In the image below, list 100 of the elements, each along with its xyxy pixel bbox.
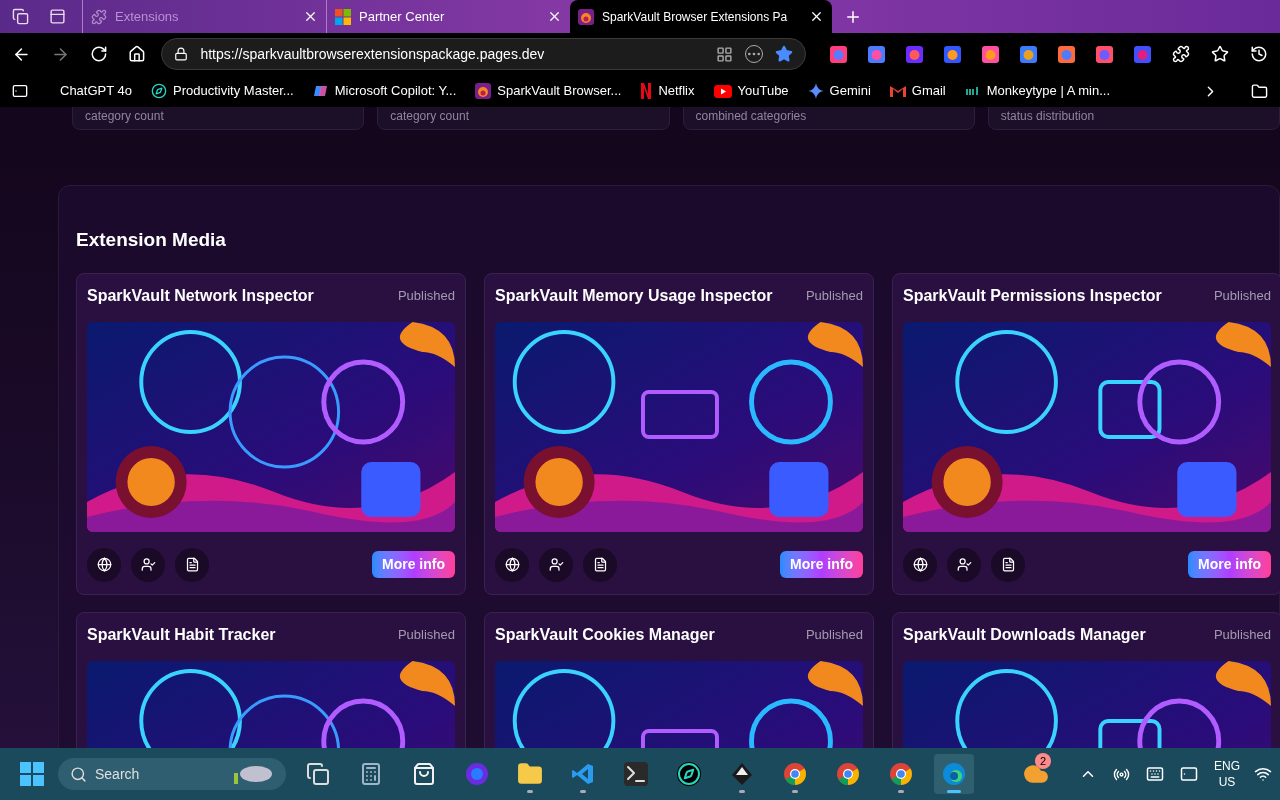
mail-icon — [889, 85, 906, 97]
browser-icon[interactable] — [889, 762, 913, 786]
tab-title: Extensions — [115, 7, 180, 26]
keyboard-logo-icon — [964, 86, 981, 96]
notification-badge: 2 — [1035, 753, 1051, 769]
netflix-icon — [640, 83, 653, 99]
bookmark-item[interactable]: Netflix — [640, 81, 695, 101]
stat-caption: combined categories — [695, 108, 807, 125]
compass-icon[interactable] — [677, 762, 701, 786]
status-label: Published — [805, 286, 863, 305]
terminal-icon[interactable] — [624, 762, 648, 786]
file-icon[interactable] — [583, 547, 617, 582]
card-title: SparkVault Network Inspector — [87, 285, 314, 306]
windows-icon[interactable] — [306, 762, 330, 786]
puzzle-icon — [91, 8, 107, 25]
star-icon[interactable] — [775, 45, 793, 63]
tab-title: SparkVault Browser Extensions Pa — [602, 8, 789, 26]
card-title: SparkVault Cookies Manager — [495, 624, 715, 645]
bookmark-item[interactable]: YouTube — [713, 81, 789, 101]
card-title: SparkVault Habit Tracker — [87, 624, 276, 645]
favorites-icon[interactable] — [1211, 45, 1229, 63]
extension-icon[interactable] — [1134, 45, 1151, 63]
bookmark-item[interactable]: ChatGPT 4o — [60, 81, 133, 101]
tab-actions-icon[interactable] — [12, 83, 28, 99]
status-label: Published — [1213, 625, 1271, 644]
url-text: https://sparkvaultbrowserextensionspackage.pages.dev — [200, 44, 546, 64]
bookmark-item[interactable]: Monkeytype | A min... — [964, 81, 1111, 101]
copilot-icon — [312, 83, 329, 99]
search-field[interactable]: Search — [58, 758, 286, 790]
bookmark-item[interactable]: Gmail — [889, 81, 946, 101]
stat-caption: category count — [85, 108, 164, 125]
extension-icon[interactable] — [868, 45, 885, 63]
sparkle-icon — [807, 83, 824, 99]
more-info-button[interactable]: More info — [372, 551, 455, 578]
extension-icon[interactable] — [982, 45, 999, 63]
language-indicator[interactable]: ENG US — [1214, 758, 1240, 790]
browser-tab[interactable]: SparkVault Browser Extensions Pa — [570, 0, 832, 33]
search-placeholder: Search — [95, 764, 141, 784]
card-title: SparkVault Downloads Manager — [903, 624, 1146, 645]
extension-icon[interactable] — [944, 45, 961, 63]
compass-icon — [151, 83, 168, 99]
wifi-icon[interactable] — [1254, 765, 1272, 783]
video-play-icon — [713, 84, 732, 98]
status-label: Published — [397, 286, 455, 305]
status-label: Published — [1213, 286, 1271, 305]
user-check-icon[interactable] — [539, 547, 573, 582]
bookmark-item[interactable]: Microsoft Copilot: Y... — [312, 81, 457, 101]
card-title: SparkVault Permissions Inspector — [903, 285, 1162, 306]
touchpad-icon[interactable] — [1180, 765, 1198, 783]
folder-icon[interactable] — [517, 761, 543, 787]
extension-icon[interactable] — [906, 45, 923, 63]
globe-icon[interactable] — [903, 547, 937, 582]
windows-start-icon[interactable] — [20, 762, 44, 786]
split-screen-icon[interactable] — [716, 45, 733, 63]
status-label: Published — [805, 625, 863, 644]
address-bar[interactable]: https://sparkvaultbrowserextensionspackage.pages.dev — [161, 38, 806, 70]
bookmark-item[interactable]: Productivity Master... — [151, 81, 294, 101]
extension-icon[interactable] — [1020, 45, 1037, 63]
flame-icon — [578, 8, 594, 25]
browser-icon[interactable] — [836, 762, 860, 786]
search-icon — [70, 765, 87, 783]
extensions-icon[interactable] — [1172, 45, 1190, 63]
user-check-icon[interactable] — [947, 547, 981, 582]
user-check-icon[interactable] — [131, 547, 165, 582]
flame-icon — [475, 83, 492, 99]
file-icon[interactable] — [175, 547, 209, 582]
more-info-button[interactable]: More info — [780, 551, 863, 578]
extension-icon[interactable] — [1096, 45, 1113, 63]
folder-icon[interactable] — [1251, 82, 1268, 100]
close-icon[interactable] — [809, 9, 824, 24]
history-icon[interactable] — [1250, 45, 1268, 63]
globe-icon[interactable] — [87, 547, 121, 582]
windows-logo-icon — [335, 8, 351, 25]
keyboard-icon[interactable] — [1146, 765, 1164, 783]
tab-title: Partner Center — [359, 7, 446, 26]
manatee-icon — [232, 763, 274, 785]
browser-icon[interactable] — [783, 762, 807, 786]
lock-icon — [174, 47, 189, 61]
calculator-icon[interactable] — [359, 762, 383, 786]
status-label: Published — [397, 625, 455, 644]
close-icon[interactable] — [303, 9, 318, 24]
pen-nib-icon[interactable] — [730, 762, 754, 786]
code-editor-icon[interactable] — [571, 762, 595, 786]
section-title: Extension Media — [76, 228, 227, 252]
close-icon[interactable] — [547, 9, 562, 24]
browser-icon[interactable] — [942, 762, 966, 786]
globe-icon[interactable] — [495, 547, 529, 582]
home-icon[interactable] — [127, 45, 146, 63]
extension-icon[interactable] — [830, 45, 847, 63]
bookmark-item[interactable]: Gemini — [807, 81, 871, 101]
file-icon[interactable] — [991, 547, 1025, 582]
card-title: SparkVault Memory Usage Inspector — [495, 285, 773, 306]
bookmark-item[interactable]: SparkVault Browser... — [475, 81, 622, 101]
more-info-button[interactable]: More info — [1188, 551, 1271, 578]
stat-caption: category count — [390, 108, 469, 125]
extension-icon[interactable] — [1058, 45, 1075, 63]
workspaces-icon[interactable] — [12, 8, 29, 25]
reload-icon[interactable] — [89, 45, 108, 63]
vertical-tabs-icon[interactable] — [49, 8, 66, 25]
store-icon[interactable] — [412, 762, 436, 786]
